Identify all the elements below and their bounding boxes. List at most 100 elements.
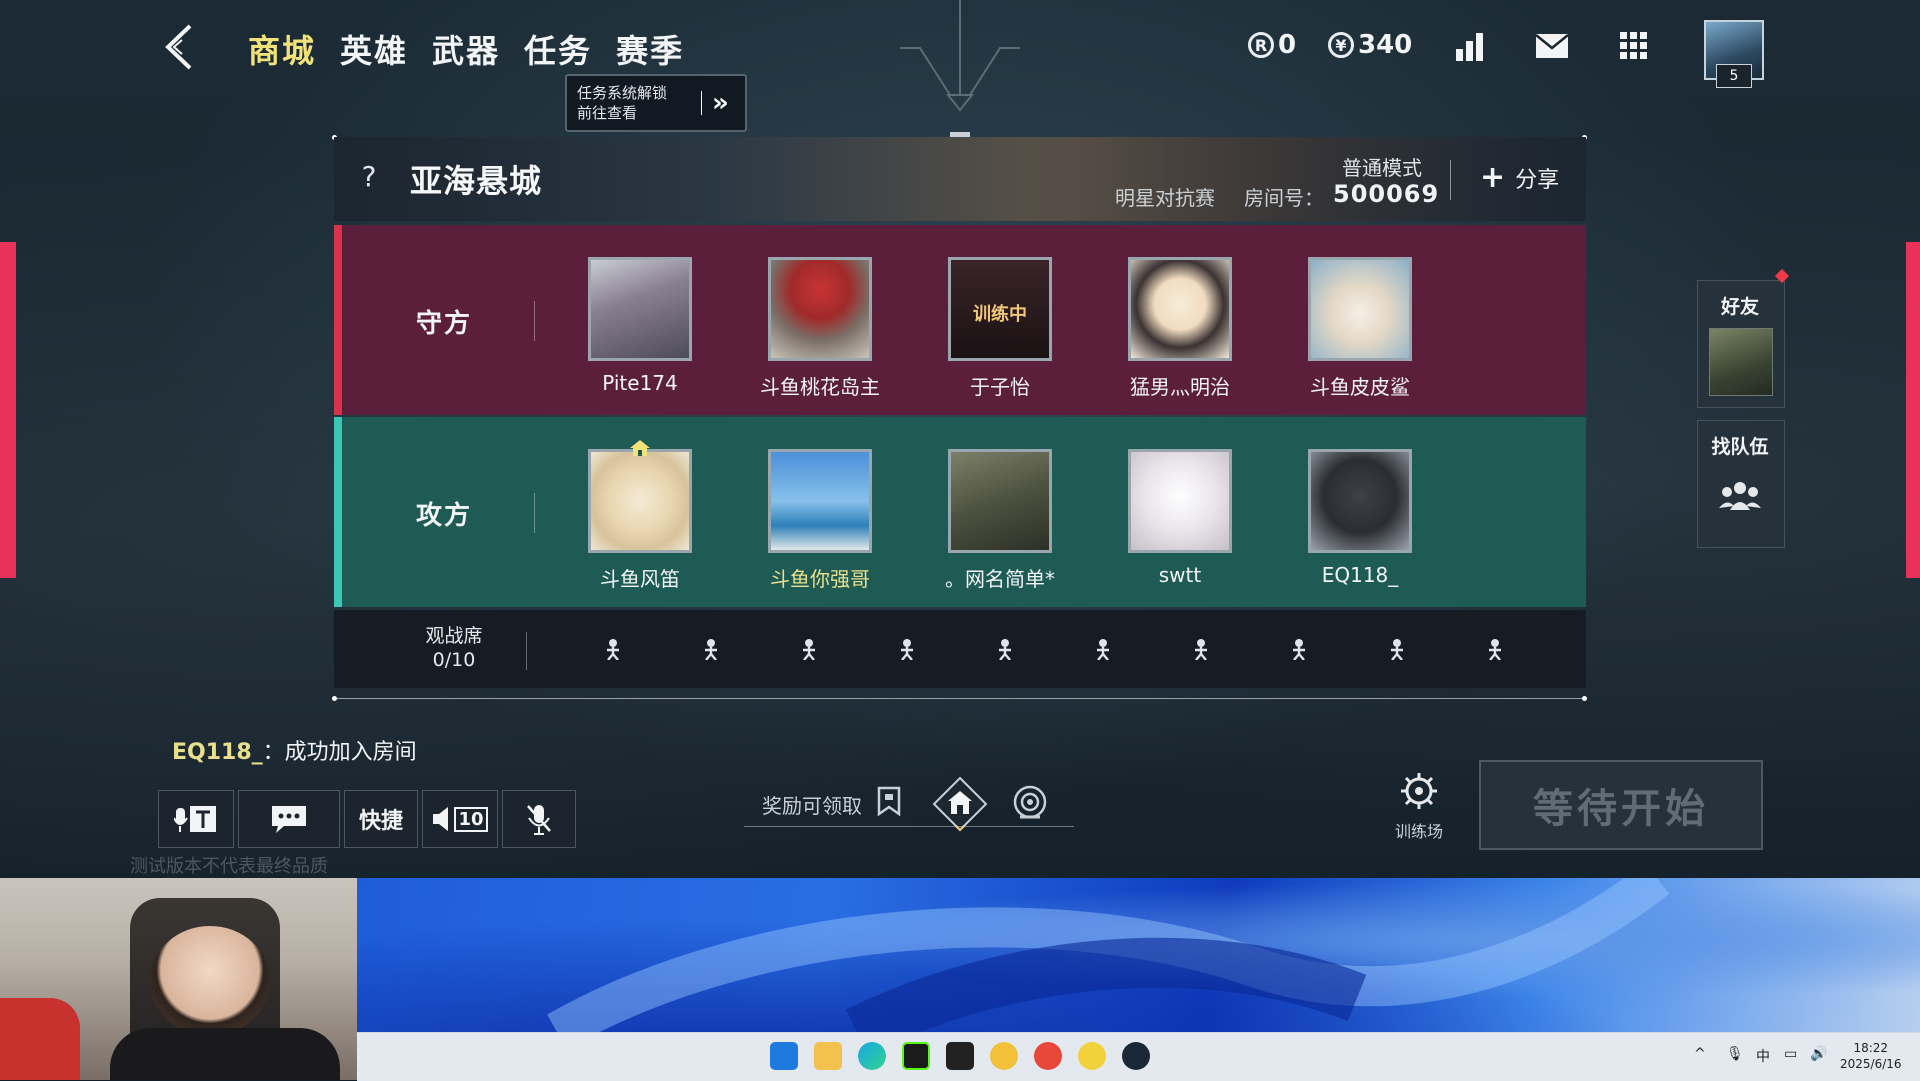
player-avatar-image bbox=[588, 449, 692, 553]
spectator-seat[interactable] bbox=[990, 634, 1020, 664]
spectator-seat[interactable] bbox=[1480, 634, 1510, 664]
tab-heroes[interactable]: 英雄 bbox=[336, 26, 428, 72]
share-button[interactable]: + 分享 bbox=[1480, 162, 1559, 194]
player-name: 斗鱼你强哥 bbox=[770, 567, 870, 591]
player-slot[interactable]: 斗鱼皮皮鲨 bbox=[1290, 257, 1430, 400]
streamer-head bbox=[150, 926, 270, 1036]
speaker-icon bbox=[433, 807, 449, 831]
r-point-icon: R bbox=[1248, 32, 1274, 58]
player-slot[interactable]: 猛男灬明治 bbox=[1110, 257, 1250, 400]
player-name: 猛男灬明治 bbox=[1130, 375, 1230, 399]
player-slot[interactable]: 。网名简单* bbox=[930, 449, 1070, 592]
spectator-seat[interactable] bbox=[1284, 634, 1314, 664]
player-name: 斗鱼风笛 bbox=[600, 567, 680, 591]
file-explorer-icon[interactable] bbox=[814, 1042, 842, 1070]
spectator-seat[interactable] bbox=[696, 634, 726, 664]
player-avatar-image bbox=[1128, 449, 1232, 553]
defender-team: 守方 Pite174 斗鱼桃花岛主 训练中 于子怡 猛男灬明治 斗鱼皮皮鲨 bbox=[334, 225, 1586, 415]
player-slot[interactable]: 斗鱼风笛 bbox=[570, 440, 710, 592]
spectator-seat[interactable] bbox=[598, 634, 628, 664]
person-icon bbox=[803, 639, 815, 660]
player-avatar-image bbox=[1308, 257, 1412, 361]
tab-season[interactable]: 赛季 bbox=[612, 26, 704, 72]
r-points[interactable]: R 0 bbox=[1248, 30, 1296, 60]
player-slot[interactable]: 斗鱼你强哥 bbox=[750, 449, 890, 592]
mission-unlock-tooltip[interactable]: 任务系统解锁 前往查看 » bbox=[565, 74, 747, 132]
chat-button[interactable] bbox=[238, 790, 340, 848]
tab-missions[interactable]: 任务 bbox=[520, 26, 612, 72]
tray-volume-icon[interactable]: 🔊 bbox=[1810, 1046, 1827, 1062]
chat-bubble-icon bbox=[272, 806, 306, 833]
red-app-icon[interactable] bbox=[1034, 1042, 1062, 1070]
spectator-count: 0/10 bbox=[432, 649, 476, 671]
chat-text: ：成功加入房间 bbox=[262, 740, 417, 765]
test-version-watermark: 测试版本不代表最终品质 bbox=[130, 856, 328, 877]
quick-message-button[interactable]: 快捷 bbox=[344, 790, 418, 848]
tray-mic-icon[interactable]: 🎙 bbox=[1726, 1046, 1744, 1062]
reward-underline bbox=[744, 826, 1074, 827]
yellow-app-icon[interactable] bbox=[1078, 1042, 1106, 1070]
tray-chevron-icon[interactable]: ^ bbox=[1694, 1046, 1706, 1062]
player-slot[interactable]: swtt bbox=[1110, 449, 1250, 587]
spectator-row: 观战席 0/10 bbox=[334, 610, 1586, 688]
player-slot[interactable]: Pite174 bbox=[570, 257, 710, 395]
player-slot[interactable]: 训练中 于子怡 bbox=[930, 257, 1070, 400]
room-id: 500069 bbox=[1333, 180, 1440, 208]
reward-label[interactable]: 奖励可领取 bbox=[762, 790, 862, 819]
bookmark-icon[interactable] bbox=[876, 786, 902, 816]
player-slot[interactable]: 斗鱼桃花岛主 bbox=[750, 257, 890, 400]
plus-icon: + bbox=[1480, 160, 1506, 195]
left-accent-bar bbox=[0, 242, 16, 578]
person-icon bbox=[1293, 639, 1305, 660]
windows-start-icon[interactable] bbox=[770, 1042, 798, 1070]
grid-menu-button[interactable] bbox=[1616, 30, 1652, 62]
coins[interactable]: ¥ 340 bbox=[1328, 30, 1412, 60]
back-button[interactable] bbox=[150, 20, 210, 74]
mail-icon bbox=[1535, 34, 1569, 58]
system-clock[interactable]: 18:22 2025/6/16 bbox=[1840, 1040, 1902, 1072]
mail-button[interactable] bbox=[1534, 30, 1570, 62]
crosshair-gear-icon bbox=[1401, 773, 1437, 809]
chat-message: EQ118_：成功加入房间 bbox=[172, 734, 417, 766]
map-name: 亚海悬城 bbox=[410, 162, 543, 200]
home-lobby-icon[interactable] bbox=[932, 776, 988, 832]
tooltip-text: 任务系统解锁 前往查看 bbox=[567, 83, 697, 123]
spectator-seat[interactable] bbox=[1382, 634, 1412, 664]
spectator-seat[interactable] bbox=[892, 634, 922, 664]
radar-icon[interactable] bbox=[1012, 784, 1048, 820]
stats-button[interactable] bbox=[1452, 30, 1488, 62]
waiting-start-button[interactable]: 等待开始 bbox=[1479, 760, 1763, 850]
mute-mic-button[interactable] bbox=[502, 790, 576, 848]
voice-text-button[interactable] bbox=[158, 790, 234, 848]
training-ground-button[interactable]: 训练场 bbox=[1384, 772, 1454, 842]
spectator-seat[interactable] bbox=[794, 634, 824, 664]
owl-app-icon[interactable] bbox=[990, 1042, 1018, 1070]
spectator-seat[interactable] bbox=[1088, 634, 1118, 664]
person-icon bbox=[705, 639, 717, 660]
steam-icon[interactable] bbox=[1122, 1042, 1150, 1070]
wallpaper-swirl bbox=[547, 878, 1670, 1032]
help-icon[interactable]: ? bbox=[354, 160, 384, 196]
clock-time: 18:22 bbox=[1853, 1041, 1889, 1055]
player-name: swtt bbox=[1158, 563, 1202, 587]
volume-button[interactable]: 10 bbox=[422, 790, 498, 848]
person-icon bbox=[1489, 639, 1501, 660]
tray-network-icon[interactable]: ▭ bbox=[1784, 1046, 1797, 1062]
friend-avatar[interactable] bbox=[1709, 328, 1773, 396]
player-name: EQ118_ bbox=[1321, 563, 1399, 587]
kick-app-icon[interactable] bbox=[902, 1042, 930, 1070]
player-slot[interactable]: EQ118_ bbox=[1290, 449, 1430, 587]
find-team-label: 找队伍 bbox=[1711, 436, 1769, 458]
coin-icon: ¥ bbox=[1328, 32, 1354, 58]
tab-weapons[interactable]: 武器 bbox=[428, 26, 520, 72]
team-label: 守方 bbox=[416, 309, 473, 339]
player-name: Pite174 bbox=[602, 371, 678, 395]
tab-shop[interactable]: 商城 bbox=[244, 26, 336, 72]
ime-indicator[interactable]: 中 bbox=[1756, 1046, 1770, 1066]
edge-browser-icon[interactable] bbox=[858, 1042, 886, 1070]
webcam-overlay bbox=[0, 878, 357, 1080]
capcut-icon[interactable] bbox=[946, 1042, 974, 1070]
person-icon bbox=[1391, 639, 1403, 660]
spectator-seat[interactable] bbox=[1186, 634, 1216, 664]
person-icon bbox=[607, 639, 619, 660]
